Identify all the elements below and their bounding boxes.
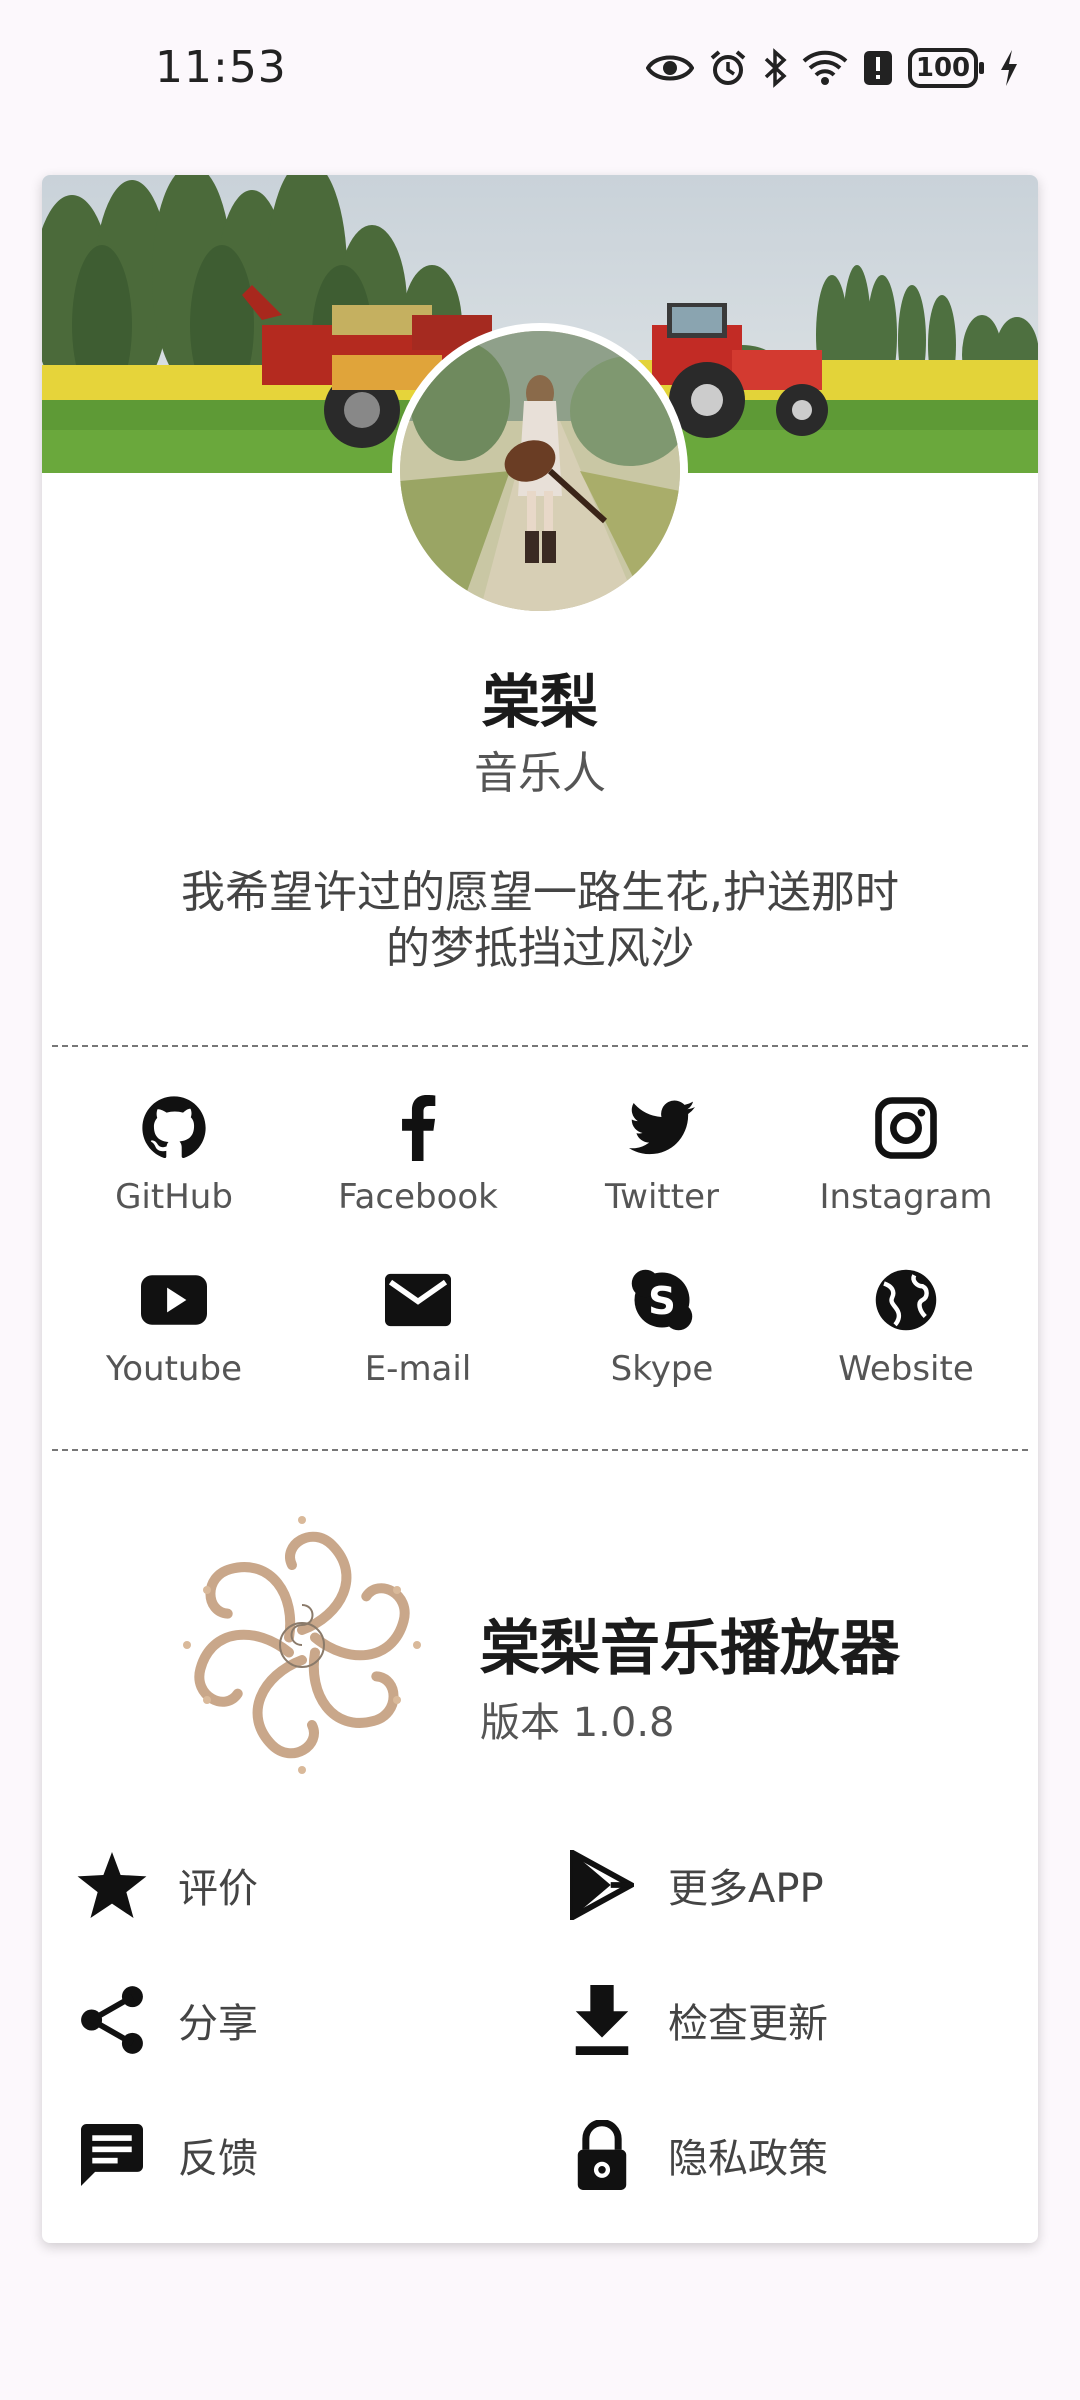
status-icons: 100 — [646, 48, 1020, 88]
facebook-icon — [383, 1093, 453, 1163]
alarm-icon — [710, 50, 746, 85]
lock-icon — [562, 2115, 642, 2195]
feedback-button[interactable]: 反馈 — [72, 2105, 258, 2205]
social-label: Facebook — [338, 1177, 498, 1217]
status-bar: 11:53 100 — [0, 0, 1080, 145]
share-button[interactable]: 分享 — [72, 1970, 258, 2070]
social-website[interactable]: Website — [784, 1257, 1028, 1405]
play-store-icon — [562, 1845, 642, 1925]
social-email[interactable]: E-mail — [296, 1257, 540, 1405]
alert-icon — [864, 51, 892, 85]
social-twitter[interactable]: Twitter — [540, 1085, 784, 1233]
social-label: Instagram — [819, 1177, 993, 1217]
social-facebook[interactable]: Facebook — [296, 1085, 540, 1233]
social-skype[interactable]: S Skype — [540, 1257, 784, 1405]
action-label: 更多APP — [668, 1866, 824, 1912]
star-icon — [72, 1845, 152, 1925]
rate-button[interactable]: 评价 — [72, 1835, 258, 1935]
social-label: GitHub — [115, 1177, 233, 1217]
social-label: Website — [838, 1349, 974, 1389]
social-label: E-mail — [364, 1349, 472, 1389]
status-time: 11:53 — [155, 42, 287, 93]
bluetooth-icon — [764, 48, 787, 88]
profile-name: 棠梨 — [481, 668, 598, 736]
github-icon — [139, 1093, 209, 1163]
battery-icon: 100 — [908, 48, 984, 88]
social-instagram[interactable]: Instagram — [784, 1085, 1028, 1233]
profile-card: 棠梨 音乐人 我希望许过的愿望一路生花,护送那时的梦抵挡过风沙 GitHub F… — [42, 175, 1038, 2243]
download-icon — [562, 1980, 642, 2060]
app-version: 版本 1.0.8 — [480, 1700, 675, 1746]
divider — [52, 1449, 1028, 1451]
social-label: Skype — [610, 1349, 714, 1389]
eye-icon — [646, 55, 694, 81]
app-logo — [167, 1510, 437, 1780]
action-label: 检查更新 — [668, 2001, 828, 2047]
instagram-icon — [871, 1093, 941, 1163]
social-github[interactable]: GitHub — [52, 1085, 296, 1233]
profile-role: 音乐人 — [474, 748, 606, 799]
action-label: 反馈 — [178, 2136, 258, 2182]
social-youtube[interactable]: Youtube — [52, 1257, 296, 1405]
avatar[interactable] — [392, 323, 688, 619]
youtube-icon — [139, 1265, 209, 1335]
twitter-icon — [627, 1093, 697, 1163]
action-label: 评价 — [178, 1866, 258, 1912]
skype-icon: S — [627, 1265, 697, 1335]
share-icon — [72, 1980, 152, 2060]
feedback-icon — [72, 2115, 152, 2195]
email-icon — [383, 1265, 453, 1335]
social-links: GitHub Facebook Twitter Instagram Youtub… — [52, 1085, 1028, 1405]
action-label: 分享 — [178, 2001, 258, 2047]
action-label: 隐私政策 — [668, 2136, 828, 2182]
profile-motto: 我希望许过的愿望一路生花,护送那时的梦抵挡过风沙 — [181, 867, 899, 974]
more-apps-button[interactable]: 更多APP — [562, 1835, 824, 1935]
app-title: 棠梨音乐播放器 — [480, 1614, 900, 1684]
globe-icon — [871, 1265, 941, 1335]
app-info: 棠梨音乐播放器 版本 1.0.8 — [42, 1510, 1038, 1810]
charging-icon — [1001, 50, 1017, 86]
divider — [52, 1045, 1028, 1047]
svg-text:S: S — [648, 1279, 676, 1324]
privacy-policy-button[interactable]: 隐私政策 — [562, 2105, 828, 2205]
check-update-button[interactable]: 检查更新 — [562, 1970, 828, 2070]
social-label: Twitter — [605, 1177, 719, 1217]
social-label: Youtube — [106, 1349, 242, 1389]
wifi-icon — [802, 50, 848, 85]
